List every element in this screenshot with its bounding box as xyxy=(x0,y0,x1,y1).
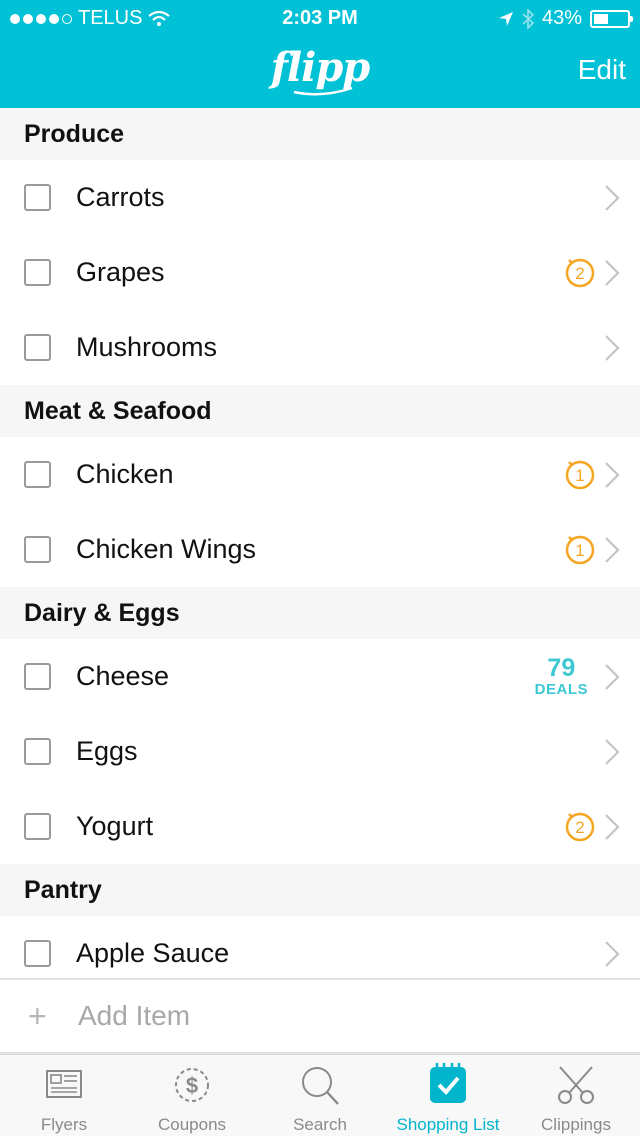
clippings-icon xyxy=(558,1066,594,1104)
location-arrow-icon xyxy=(498,11,513,26)
item-checkbox[interactable] xyxy=(24,184,51,211)
tab-clippings[interactable]: Clippings xyxy=(512,1055,640,1136)
flyers-icon xyxy=(46,1070,82,1098)
chevron-right-icon[interactable] xyxy=(604,738,620,766)
list-item[interactable]: Carrots xyxy=(0,160,640,235)
app-logo: flipp xyxy=(270,44,371,91)
chevron-right-icon[interactable] xyxy=(604,813,620,841)
list-item[interactable]: Cheese 79 DEALS xyxy=(0,639,640,714)
clipping-count: 2 xyxy=(575,264,584,283)
deals-label: DEALS xyxy=(534,681,588,698)
tab-search[interactable]: Search xyxy=(256,1055,384,1136)
chevron-right-icon[interactable] xyxy=(604,184,620,212)
top-bar: TELUS 2:03 PM 43% flipp Edit xyxy=(0,0,640,108)
item-checkbox[interactable] xyxy=(24,461,51,488)
list-item[interactable]: Grapes 2 xyxy=(0,235,640,310)
item-checkbox[interactable] xyxy=(24,940,51,967)
tab-coupons[interactable]: $ Coupons xyxy=(128,1055,256,1136)
chevron-right-icon[interactable] xyxy=(604,259,620,287)
chevron-right-icon[interactable] xyxy=(604,461,620,489)
tab-label: Coupons xyxy=(157,1115,227,1134)
tab-label: Shopping List xyxy=(396,1115,500,1134)
clipping-count-icon: 2 xyxy=(565,812,595,841)
clipping-count: 1 xyxy=(575,541,584,560)
item-checkbox[interactable] xyxy=(24,536,51,563)
item-label: Eggs xyxy=(76,736,138,766)
shopping-list: Produce Carrots Grapes 2 Mushrooms Meat & Sea… xyxy=(0,108,640,991)
tab-label: Flyers xyxy=(40,1115,88,1134)
add-item-placeholder: Add Item xyxy=(78,1000,191,1031)
list-item[interactable]: Chicken Wings 1 xyxy=(0,512,640,587)
list-item[interactable]: Chicken 1 xyxy=(0,437,640,512)
plus-icon: + xyxy=(28,997,47,1034)
status-bar: TELUS 2:03 PM 43% xyxy=(0,0,640,36)
tab-label: Clippings xyxy=(541,1115,611,1134)
clipping-count-icon: 2 xyxy=(565,258,595,287)
item-label: Apple Sauce xyxy=(76,938,230,968)
clipping-count-icon: 1 xyxy=(565,460,595,489)
chevron-right-icon[interactable] xyxy=(604,334,620,362)
item-label: Yogurt xyxy=(76,811,154,841)
tab-shopping-list[interactable]: Shopping List xyxy=(384,1055,512,1136)
item-label: Cheese xyxy=(76,661,170,691)
clipping-count-icon: 1 xyxy=(565,535,595,564)
item-checkbox[interactable] xyxy=(24,334,51,361)
section-header: Produce xyxy=(0,108,640,160)
deals-number: 79 xyxy=(547,654,576,682)
battery-icon xyxy=(590,9,633,28)
list-item[interactable]: Mushrooms xyxy=(0,310,640,385)
item-checkbox[interactable] xyxy=(24,813,51,840)
section-header: Dairy & Eggs xyxy=(0,587,640,639)
coupons-icon: $ xyxy=(175,1068,209,1102)
shopping-list-icon xyxy=(430,1063,466,1103)
svg-text:$: $ xyxy=(186,1073,198,1098)
list-item[interactable]: Eggs xyxy=(0,714,640,789)
item-label: Carrots xyxy=(76,182,165,212)
item-label: Grapes xyxy=(76,257,165,287)
logo-swoosh-icon xyxy=(293,86,353,96)
tab-flyers[interactable]: Flyers xyxy=(0,1055,128,1136)
item-checkbox[interactable] xyxy=(24,738,51,765)
deals-count[interactable]: 79 DEALS xyxy=(535,655,588,698)
item-checkbox[interactable] xyxy=(24,259,51,286)
item-label: Mushrooms xyxy=(76,332,218,362)
list-item[interactable]: Yogurt 2 xyxy=(0,789,640,864)
clipping-count: 1 xyxy=(575,466,584,485)
chevron-right-icon[interactable] xyxy=(604,663,620,691)
item-checkbox[interactable] xyxy=(24,663,51,690)
add-item-field[interactable]: + Add Item xyxy=(0,978,640,1054)
search-icon xyxy=(302,1067,339,1105)
chevron-right-icon[interactable] xyxy=(604,536,620,564)
section-header: Meat & Seafood xyxy=(0,385,640,437)
item-label: Chicken Wings xyxy=(76,534,257,564)
chevron-right-icon[interactable] xyxy=(604,940,620,968)
tab-bar: Flyers $ Coupons Search Shopping List Cl… xyxy=(0,1054,640,1136)
clipping-count: 2 xyxy=(575,818,584,837)
tab-label: Search xyxy=(293,1115,347,1134)
battery-percent: 43% xyxy=(541,7,582,29)
edit-button[interactable]: Edit xyxy=(578,54,626,86)
bluetooth-icon xyxy=(522,8,534,29)
item-label: Chicken xyxy=(76,459,174,489)
section-header: Pantry xyxy=(0,864,640,916)
